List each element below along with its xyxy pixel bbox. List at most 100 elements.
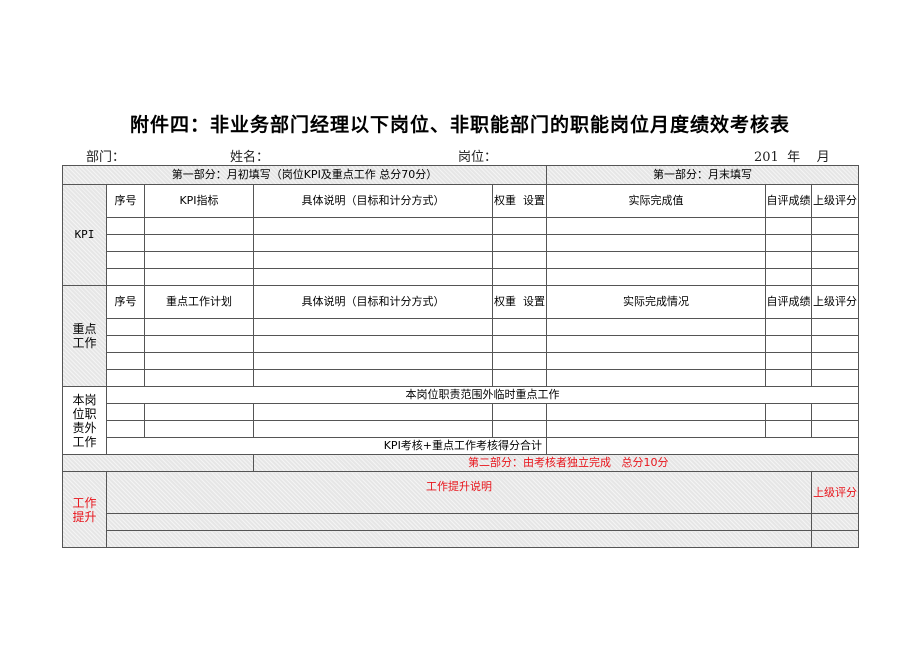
kpi-col-actual: 实际完成值 <box>546 184 767 218</box>
key-work-actual-cell[interactable] <box>546 335 767 353</box>
part1-left-header: 第一部分：月初填写（岗位KPI及重点工作 总分70分） <box>61 165 548 185</box>
kpi-indicator-cell[interactable] <box>144 268 254 286</box>
extra-work-actual-cell[interactable] <box>546 403 767 421</box>
extra-work-index-cell[interactable] <box>106 403 145 421</box>
kpi-actual-cell[interactable] <box>546 217 767 235</box>
key-work-actual-cell[interactable] <box>546 318 767 336</box>
part1-header-row: 第一部分：月初填写（岗位KPI及重点工作 总分70分） 第一部分：月末填写 <box>61 165 860 185</box>
kpi-indicator-cell[interactable] <box>144 234 254 252</box>
extra-work-weight-cell[interactable] <box>491 420 548 438</box>
kpi-index-cell[interactable] <box>106 268 145 286</box>
kpi-weight-cell[interactable] <box>491 217 548 235</box>
key-work-description-cell[interactable] <box>253 369 493 387</box>
kpi-actual-cell[interactable] <box>546 268 767 286</box>
kpi-supervisor-score-cell[interactable] <box>811 234 860 252</box>
kpi-weight-cell[interactable] <box>491 234 548 252</box>
key-work-col-actual: 实际完成情况 <box>546 285 767 319</box>
extra-work-section-label: 本岗位职责外工作 <box>62 386 107 455</box>
kpi-row <box>63 251 860 269</box>
extra-work-plan-cell[interactable] <box>144 403 254 421</box>
kpi-indicator-cell[interactable] <box>144 251 254 269</box>
key-work-weight-cell[interactable] <box>491 369 548 387</box>
key-work-header-row: 重点工作 序号 重点工作计划 具体说明（目标和计分方式） 权重 设置 实际完成情… <box>62 285 860 387</box>
kpi-header-row: KPI 序号 KPI指标 具体说明（目标和计分方式） 权重 设置 实际完成值 自… <box>62 184 860 286</box>
key-work-col-description: 具体说明（目标和计分方式） <box>253 285 493 319</box>
key-work-self-score-cell[interactable] <box>765 335 813 353</box>
kpi-col-supervisor-score: 上级评分 <box>811 184 860 218</box>
total-score-value[interactable] <box>546 437 860 455</box>
key-work-description-cell[interactable] <box>253 318 493 336</box>
key-work-plan-cell[interactable] <box>144 352 254 370</box>
kpi-description-cell[interactable] <box>253 217 493 235</box>
key-work-supervisor-score-cell[interactable] <box>811 318 860 336</box>
kpi-description-cell[interactable] <box>253 268 493 286</box>
extra-work-description-cell[interactable] <box>253 403 493 421</box>
kpi-row <box>63 234 860 252</box>
extra-work-index-cell[interactable] <box>106 420 145 438</box>
kpi-col-weight: 权重 设置 <box>491 184 548 218</box>
key-work-self-score-cell[interactable] <box>765 369 813 387</box>
key-work-plan-cell[interactable] <box>144 369 254 387</box>
kpi-self-score-cell[interactable] <box>765 268 813 286</box>
work-improvement-score-cell[interactable] <box>811 513 860 531</box>
kpi-actual-cell[interactable] <box>546 234 767 252</box>
kpi-supervisor-score-cell[interactable] <box>811 217 860 235</box>
work-improvement-row <box>63 530 860 548</box>
key-work-supervisor-score-cell[interactable] <box>811 369 860 387</box>
total-score-row: KPI考核+重点工作考核得分合计 <box>63 437 860 455</box>
kpi-self-score-cell[interactable] <box>765 217 813 235</box>
extra-work-supervisor-score-cell[interactable] <box>811 420 860 438</box>
key-work-plan-cell[interactable] <box>144 318 254 336</box>
work-improvement-description-cell[interactable] <box>105 530 813 548</box>
kpi-weight-cell[interactable] <box>491 251 548 269</box>
key-work-plan-cell[interactable] <box>144 335 254 353</box>
key-work-actual-cell[interactable] <box>546 352 767 370</box>
key-work-self-score-cell[interactable] <box>765 318 813 336</box>
key-work-self-score-cell[interactable] <box>765 352 813 370</box>
extra-work-weight-cell[interactable] <box>491 403 548 421</box>
kpi-index-cell[interactable] <box>106 217 145 235</box>
kpi-index-cell[interactable] <box>106 234 145 252</box>
kpi-index-cell[interactable] <box>106 251 145 269</box>
key-work-supervisor-score-cell[interactable] <box>811 352 860 370</box>
extra-work-plan-cell[interactable] <box>144 420 254 438</box>
key-work-supervisor-score-cell[interactable] <box>811 335 860 353</box>
kpi-supervisor-score-cell[interactable] <box>811 251 860 269</box>
kpi-description-cell[interactable] <box>253 251 493 269</box>
key-work-description-cell[interactable] <box>253 352 493 370</box>
work-improvement-row <box>63 513 860 531</box>
kpi-description-cell[interactable] <box>253 234 493 252</box>
work-improvement-score-header: 上级评分 <box>811 471 860 514</box>
extra-work-description-cell[interactable] <box>253 420 493 438</box>
key-work-weight-cell[interactable] <box>491 318 548 336</box>
key-work-weight-cell[interactable] <box>491 352 548 370</box>
key-work-weight-cell[interactable] <box>491 335 548 353</box>
kpi-self-score-cell[interactable] <box>765 251 813 269</box>
key-work-index-cell[interactable] <box>106 369 145 387</box>
extra-work-header-row: 本岗位职责外工作 本岗位职责范围外临时重点工作 <box>62 386 860 455</box>
kpi-self-score-cell[interactable] <box>765 234 813 252</box>
work-improvement-score-cell[interactable] <box>811 530 860 548</box>
extra-work-row <box>63 403 860 421</box>
position-label: 岗位： <box>458 150 498 165</box>
key-work-index-cell[interactable] <box>106 318 145 336</box>
extra-work-self-score-cell[interactable] <box>765 403 813 421</box>
key-work-col-plan: 重点工作计划 <box>144 285 254 319</box>
kpi-col-self-score: 自评成绩 <box>765 184 813 218</box>
key-work-row <box>63 352 860 370</box>
extra-work-actual-cell[interactable] <box>546 420 767 438</box>
kpi-supervisor-score-cell[interactable] <box>811 268 860 286</box>
extra-work-self-score-cell[interactable] <box>765 420 813 438</box>
work-improvement-description-cell[interactable] <box>105 513 813 531</box>
kpi-weight-cell[interactable] <box>491 268 548 286</box>
key-work-index-cell[interactable] <box>106 352 145 370</box>
key-work-row <box>63 318 860 336</box>
kpi-indicator-cell[interactable] <box>144 217 254 235</box>
key-work-description-cell[interactable] <box>253 335 493 353</box>
key-work-index-cell[interactable] <box>106 335 145 353</box>
kpi-actual-cell[interactable] <box>546 251 767 269</box>
kpi-row <box>63 268 860 286</box>
extra-work-header: 本岗位职责范围外临时重点工作 <box>105 386 860 404</box>
key-work-actual-cell[interactable] <box>546 369 767 387</box>
extra-work-supervisor-score-cell[interactable] <box>811 403 860 421</box>
